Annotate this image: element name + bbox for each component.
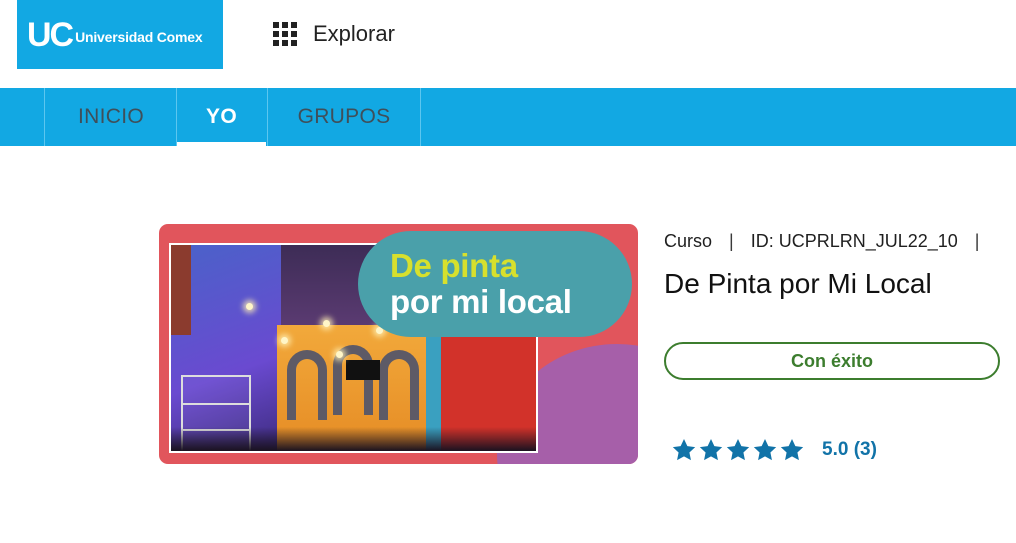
meta-separator: |: [974, 231, 980, 251]
tab-label: YO: [206, 105, 237, 128]
photo-lamp: [323, 320, 330, 327]
course-thumbnail[interactable]: De pinta por mi local: [159, 224, 638, 464]
photo-arch: [287, 350, 327, 420]
course-rating: 5.0 (3): [671, 437, 877, 463]
meta-separator: |: [729, 231, 734, 251]
logo-text: Universidad Comex: [75, 28, 203, 45]
thumbnail-title-line1: De pinta: [390, 247, 518, 284]
star-icon: [699, 438, 723, 461]
star-icon: [753, 438, 777, 461]
photo-lamp: [246, 303, 253, 310]
tab-inicio[interactable]: INICIO: [46, 88, 176, 146]
tab-yo[interactable]: YO: [177, 88, 266, 146]
photo-lamp: [336, 351, 343, 358]
star-icon: [726, 438, 750, 461]
course-title[interactable]: De Pinta por Mi Local: [664, 268, 932, 300]
status-badge: Con éxito: [664, 342, 1000, 380]
course-type: Curso: [664, 231, 713, 251]
status-label: Con éxito: [790, 350, 873, 371]
grid-icon: [273, 22, 297, 46]
tab-label: INICIO: [78, 105, 144, 128]
photo-brick: [171, 245, 191, 335]
thumbnail-title-line2: por mi local: [390, 283, 572, 320]
photo-lamp: [281, 337, 288, 344]
nav-divider: [420, 88, 421, 146]
star-icon: [780, 438, 804, 461]
title-bubble: De pinta por mi local: [358, 231, 632, 337]
photo-foreground: [171, 427, 536, 451]
logo-mark: UC: [27, 15, 74, 54]
photo-tv: [346, 360, 380, 380]
main-nav: INICIO YO GRUPOS: [0, 88, 1016, 146]
course-meta: Curso | ID: UCPRLRN_JUL22_10 |: [664, 231, 979, 252]
explore-menu-button[interactable]: Explorar: [273, 20, 395, 48]
tab-label: GRUPOS: [297, 105, 391, 128]
explore-label: Explorar: [313, 21, 395, 46]
photo-arch: [379, 350, 419, 420]
brand-logo[interactable]: UC Universidad Comex: [17, 0, 223, 69]
rating-text: 5.0 (3): [822, 439, 877, 460]
star-icon: [672, 438, 696, 461]
tab-grupos[interactable]: GRUPOS: [268, 88, 420, 146]
nav-divider: [44, 88, 45, 146]
rating-stars: [671, 437, 806, 463]
course-id: ID: UCPRLRN_JUL22_10: [750, 231, 958, 251]
